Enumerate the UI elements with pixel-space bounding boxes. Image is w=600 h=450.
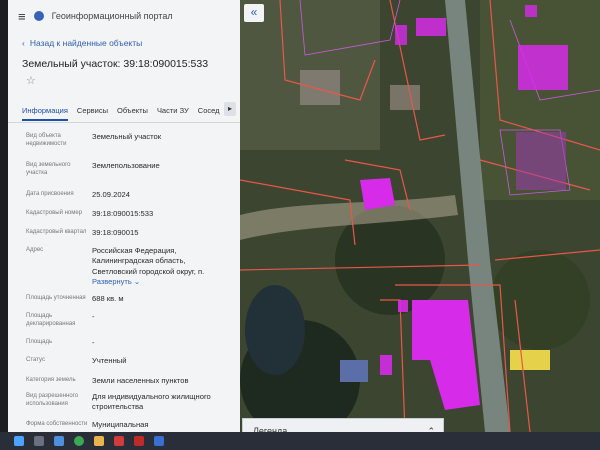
address-text: Российская Федерация, Калининградская об…: [92, 246, 205, 276]
double-chevron-left-icon: «: [250, 5, 258, 19]
back-to-results-link[interactable]: ‹ Назад к найденные объекты: [8, 32, 240, 54]
screen: « Легенда ⌃ ≡ Геоинформационный портал ‹…: [0, 0, 600, 450]
map-tree-cover: [490, 250, 590, 350]
chrome-browser-icon[interactable]: [74, 436, 84, 446]
map-building: [390, 85, 420, 110]
map-pond: [245, 285, 305, 375]
attribute-value: Для индивидуального жилищного строительс…: [92, 392, 211, 412]
search-icon[interactable]: [34, 436, 44, 446]
attribute-label: Кадастровый квартал: [26, 229, 87, 235]
tab-info[interactable]: Информация: [22, 100, 68, 121]
attribute-value: 25.09.2024: [92, 190, 131, 199]
selected-parcel: [360, 178, 395, 210]
attribute-value: 39:18:090015:533: [92, 209, 154, 218]
expand-address-link[interactable]: Развернуть ⌄: [92, 277, 232, 287]
map-parcel-highlight: [516, 132, 566, 190]
attribute-value: 688 кв. м: [92, 294, 124, 303]
hamburger-menu-icon[interactable]: ≡: [18, 9, 26, 24]
tab-parts[interactable]: Части ЗУ: [157, 100, 189, 121]
attribute-label: Вид объекта недвижимости: [26, 133, 67, 148]
object-title: Земельный участок: 39:18:090015:533: [22, 58, 209, 70]
os-taskbar: [0, 432, 600, 450]
file-explorer-icon[interactable]: [94, 436, 104, 446]
portal-logo-icon: [33, 11, 44, 21]
attribute-value: Земельный участок: [92, 132, 162, 141]
word-icon[interactable]: [154, 436, 164, 446]
attribute-label: Площадь уточненная: [26, 295, 86, 301]
attribute-label: Форма собственности: [26, 421, 88, 427]
start-menu-icon[interactable]: [14, 436, 24, 446]
map-building: [300, 70, 340, 105]
attribute-value: Муниципальная: [92, 420, 149, 429]
collapse-panel-button[interactable]: «: [244, 4, 264, 22]
attribute-label: Кадастровый номер: [26, 210, 83, 216]
tab-objects[interactable]: Объекты: [117, 100, 148, 121]
chevron-left-icon: ‹: [22, 38, 25, 48]
attribute-label: Статус: [26, 357, 45, 363]
attribute-value-address: Российская Федерация, Калининградская об…: [92, 246, 232, 287]
yandex-browser-icon[interactable]: [114, 436, 124, 446]
attribute-value: Земли населенных пунктов: [92, 376, 189, 385]
map-building: [510, 350, 550, 370]
edge-browser-icon[interactable]: [54, 436, 64, 446]
attribute-label: Площадь декларированная: [26, 313, 76, 328]
attribute-value: -: [92, 338, 95, 347]
tab-neighbors[interactable]: Сосед: [198, 100, 220, 121]
pdf-reader-icon[interactable]: [134, 436, 144, 446]
favorite-star-icon[interactable]: ☆: [8, 74, 240, 92]
info-tabs: Информация Сервисы Объекты Части ЗУ Сосе…: [8, 98, 240, 123]
attribute-value: 39:18:090015: [92, 228, 139, 237]
tabs-scroll-right-icon[interactable]: ▸: [224, 102, 236, 116]
attribute-value: Землепользование: [92, 161, 160, 170]
app-header: ≡ Геоинформационный портал: [8, 0, 240, 32]
app-title: Геоинформационный портал: [51, 11, 173, 21]
attribute-value: -: [92, 312, 95, 321]
tab-services[interactable]: Сервисы: [77, 100, 108, 121]
attribute-label: Категория земель: [26, 377, 76, 383]
attribute-label: Дата присвоения: [26, 191, 74, 197]
attribute-label: Вид земельного участка: [26, 162, 71, 177]
attribute-label: Вид разрешенного использования: [26, 393, 79, 408]
attribute-label: Площадь: [26, 339, 53, 345]
map-canvas[interactable]: [239, 0, 600, 440]
attribute-label: Адрес: [26, 247, 44, 253]
attribute-value: Учтенный: [92, 356, 127, 365]
satellite-map[interactable]: [239, 0, 600, 440]
object-info-panel: ≡ Геоинформационный портал ‹ Назад к най…: [8, 0, 240, 432]
back-link-label: Назад к найденные объекты: [29, 38, 143, 48]
map-building: [340, 360, 368, 382]
